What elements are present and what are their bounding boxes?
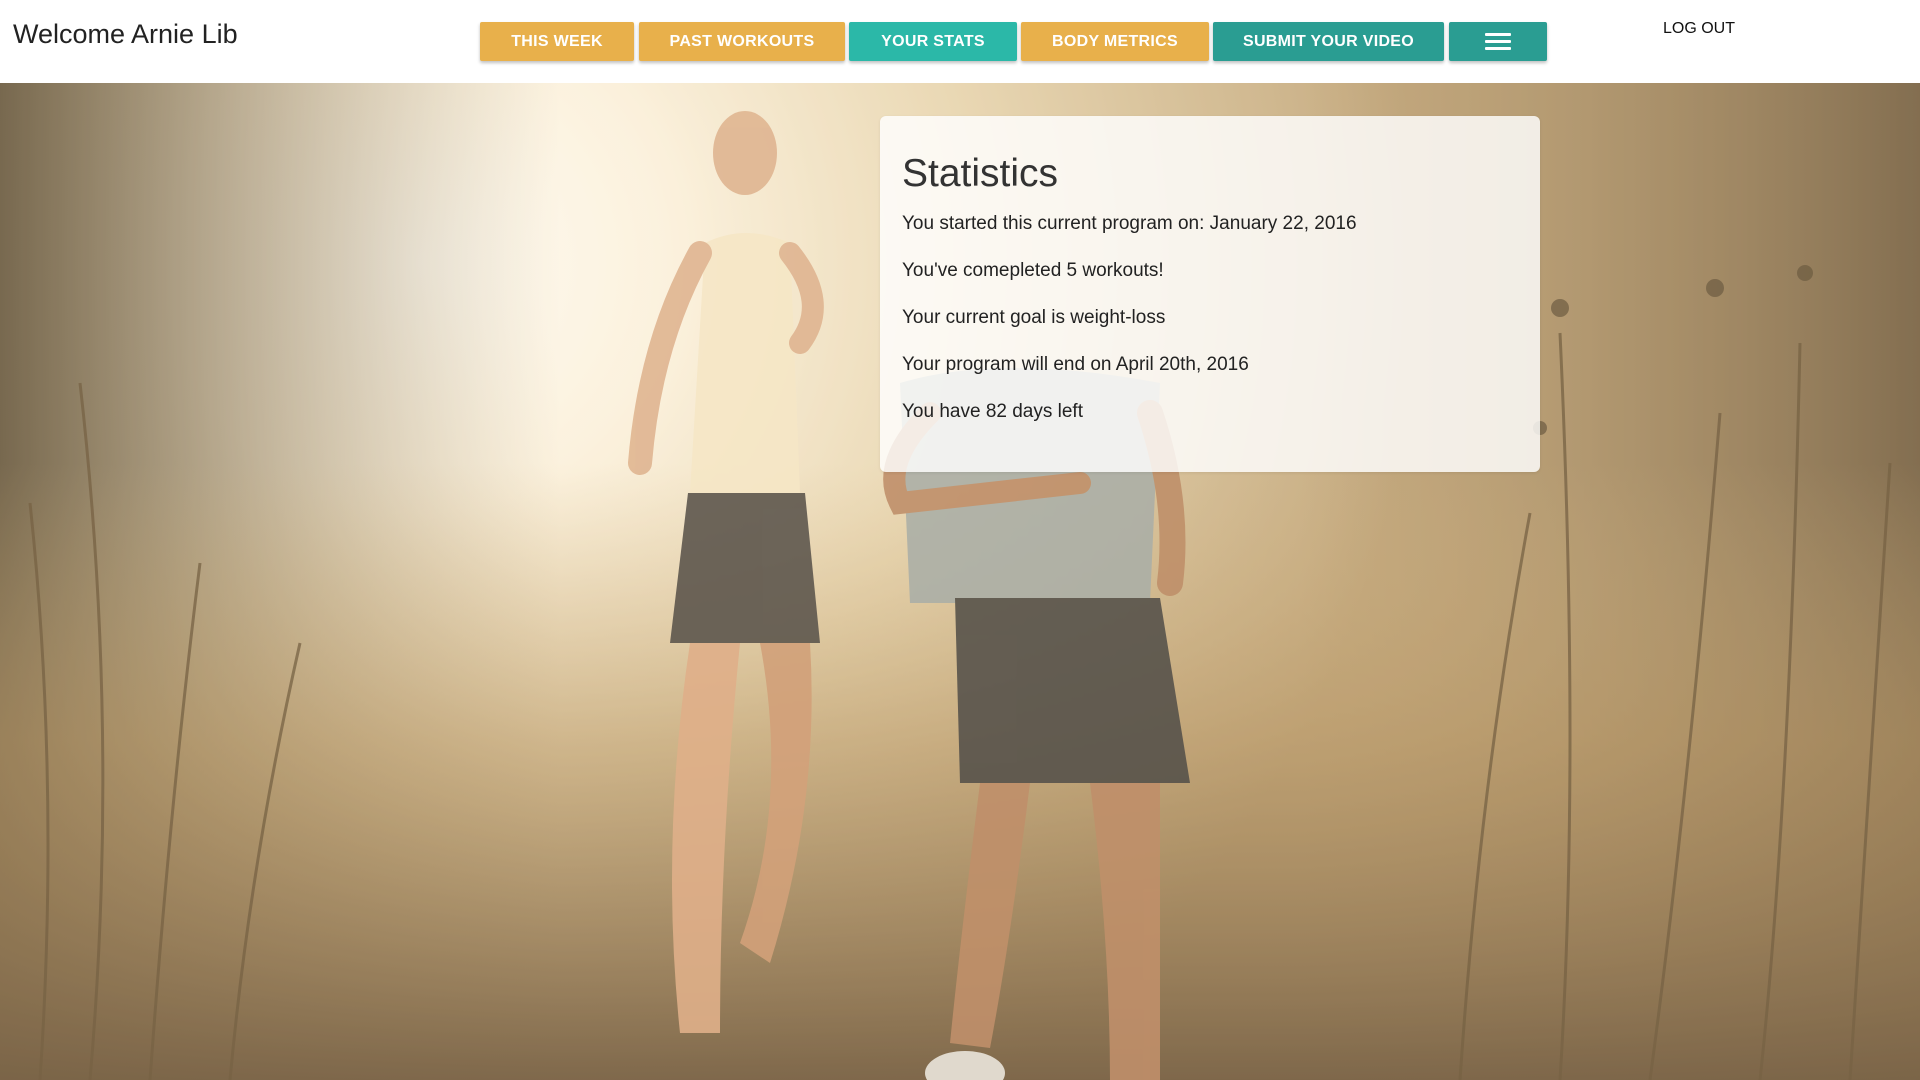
welcome-text: Welcome Arnie Lib	[13, 19, 238, 49]
top-header: Welcome Arnie Lib THIS WEEK PAST WORKOUT…	[0, 0, 1920, 83]
statistics-title: Statistics	[902, 152, 1059, 195]
menu-button[interactable]	[1449, 22, 1547, 61]
hamburger-icon	[1485, 33, 1511, 50]
statistics-card: Statistics You started this current prog…	[880, 116, 1540, 472]
stat-workouts-completed: You've comepleted 5 workouts!	[902, 260, 1164, 281]
stat-start-date: You started this current program on: Jan…	[902, 213, 1357, 234]
stat-days-left: You have 82 days left	[902, 401, 1083, 422]
logout-link[interactable]: LOG OUT	[1663, 20, 1735, 38]
stat-current-goal: Your current goal is weight-loss	[902, 307, 1166, 328]
nav-body-metrics-button[interactable]: BODY METRICS	[1021, 22, 1209, 61]
nav-your-stats-button[interactable]: YOUR STATS	[849, 22, 1017, 61]
nav-past-workouts-button[interactable]: PAST WORKOUTS	[639, 22, 845, 61]
nav-this-week-button[interactable]: THIS WEEK	[480, 22, 634, 61]
nav-submit-video-button[interactable]: SUBMIT YOUR VIDEO	[1213, 22, 1444, 61]
stat-end-date: Your program will end on April 20th, 201…	[902, 354, 1249, 375]
